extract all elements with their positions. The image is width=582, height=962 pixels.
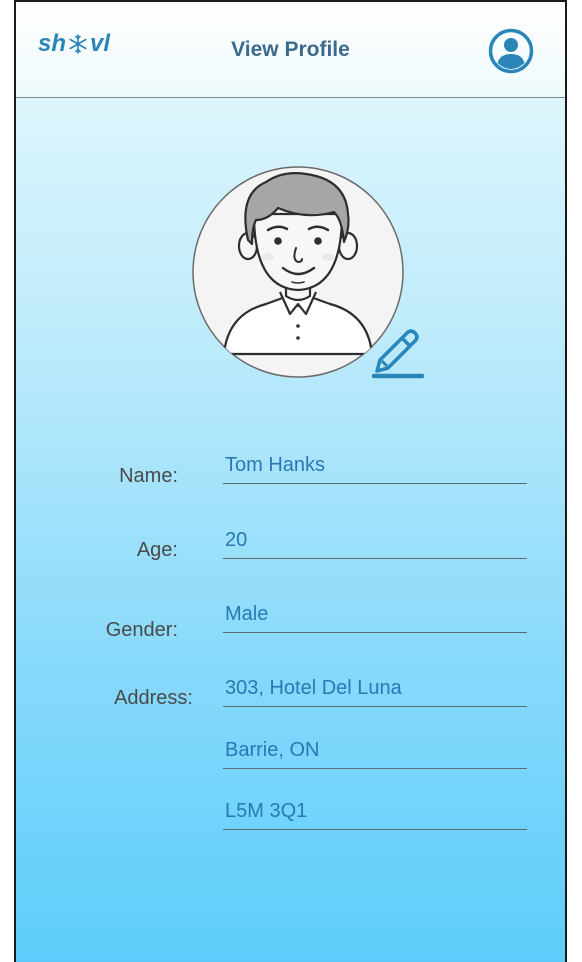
avatar-container [186,164,426,382]
user-circle-icon[interactable] [488,28,534,74]
age-label: Age: [136,539,178,561]
address-line3-field[interactable]: L5M 3Q1 [223,796,527,830]
name-label: Name: [119,465,178,487]
app-header: sh vl View Profile [16,2,565,98]
address-label: Address: [114,687,193,709]
phone-screen: sh vl View Profile Name: Tom Hanks Age: … [14,0,567,962]
gender-field[interactable]: Male [223,599,527,633]
page-title: View Profile [231,38,350,61]
name-field[interactable]: Tom Hanks [223,450,527,484]
pencil-edit-icon[interactable] [358,316,424,382]
address-line2-field[interactable]: Barrie, ON [223,735,527,769]
address-line1-field[interactable]: 303, Hotel Del Luna [223,673,527,707]
age-field[interactable]: 20 [223,525,527,559]
gender-label: Gender: [105,619,178,641]
